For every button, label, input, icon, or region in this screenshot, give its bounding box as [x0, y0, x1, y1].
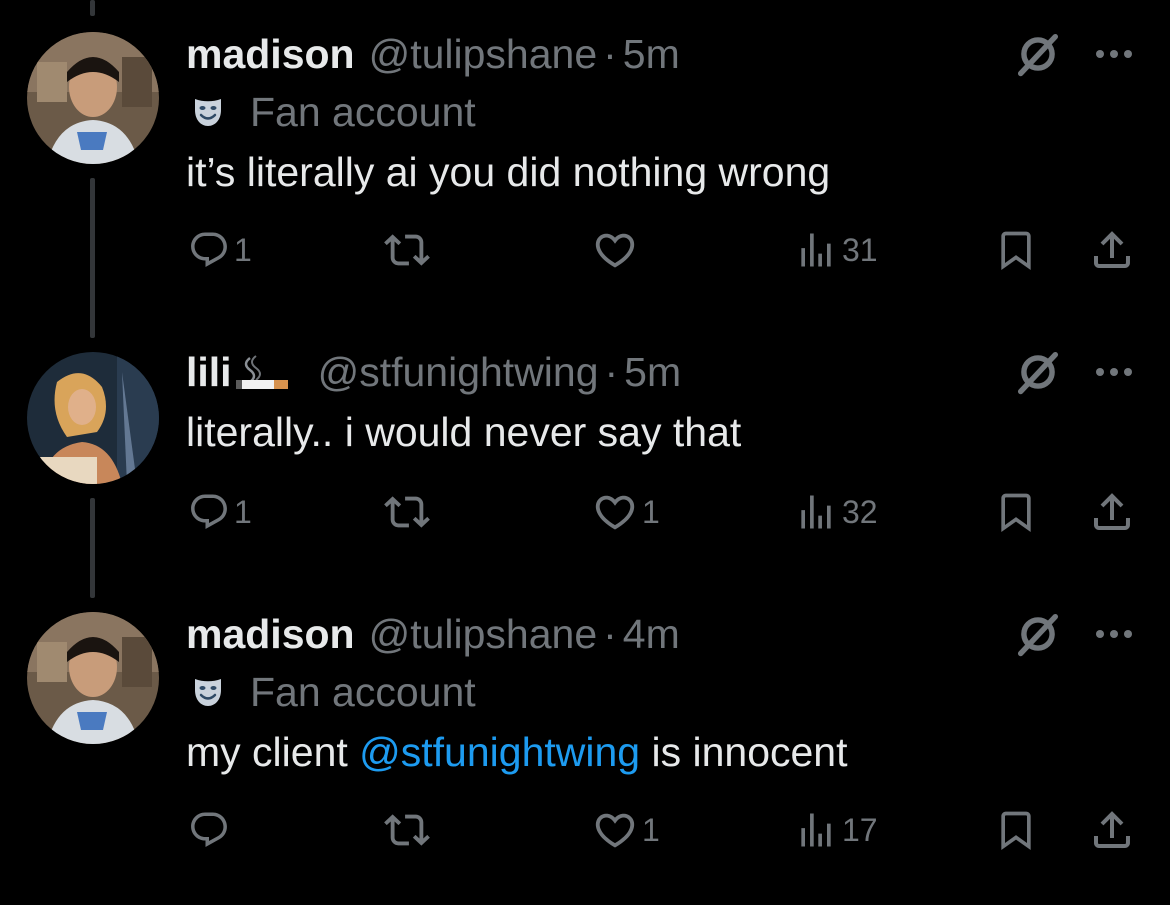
heart-icon	[592, 807, 638, 853]
tweet-text-after: is innocent	[640, 729, 848, 775]
action-bar: 1 1 32	[0, 488, 1170, 536]
grok-icon[interactable]	[1012, 608, 1064, 660]
theater-mask-icon	[192, 676, 224, 708]
views-count: 31	[842, 231, 878, 268]
reply-button[interactable]	[188, 806, 234, 854]
reply-count: 1	[234, 231, 252, 268]
retweet-button[interactable]	[384, 806, 434, 854]
timestamp[interactable]: 4m	[623, 610, 680, 658]
timestamp[interactable]: 5m	[624, 348, 681, 396]
like-button[interactable]: 1	[592, 806, 660, 854]
grok-icon[interactable]	[1012, 28, 1064, 80]
views-count: 17	[842, 811, 878, 848]
action-bar: 1 17	[0, 806, 1170, 854]
share-button[interactable]	[1088, 488, 1136, 536]
theater-mask-icon	[192, 96, 224, 128]
bookmark-button[interactable]	[994, 226, 1038, 274]
display-name[interactable]: lili	[186, 348, 232, 396]
views-icon	[794, 228, 838, 272]
bookmark-icon	[994, 808, 1038, 852]
views-icon	[794, 808, 838, 852]
share-icon	[1088, 226, 1136, 274]
tweet-text: my client @stfunightwing is innocent	[186, 728, 848, 776]
display-name[interactable]: madison	[186, 610, 355, 658]
mention-link[interactable]: @stfunightwing	[359, 729, 640, 775]
cigarette-icon	[235, 355, 288, 389]
tweet-text-content: literally.. i would never say that	[186, 409, 742, 455]
reply-icon	[188, 809, 230, 851]
reply-button[interactable]: 1	[188, 226, 252, 274]
retweet-icon	[384, 227, 430, 273]
separator-dot: ·	[604, 349, 619, 395]
action-bar: 1 31	[0, 226, 1170, 274]
share-icon	[1088, 806, 1136, 854]
account-label-text: Fan account	[250, 668, 476, 715]
more-options-icon[interactable]	[1090, 30, 1138, 78]
like-button[interactable]	[592, 226, 642, 274]
like-button[interactable]: 1	[592, 488, 660, 536]
timestamp[interactable]: 5m	[623, 30, 680, 78]
more-options-icon[interactable]	[1090, 610, 1138, 658]
reply-count: 1	[234, 493, 252, 530]
display-name[interactable]: madison	[186, 30, 355, 78]
like-count: 1	[642, 493, 660, 530]
heart-icon	[592, 227, 638, 273]
grok-icon[interactable]	[1012, 346, 1064, 398]
bookmark-button[interactable]	[994, 488, 1038, 536]
user-handle[interactable]: @tulipshane	[369, 610, 598, 658]
separator-dot: ·	[603, 611, 617, 657]
tweet-header: lili @stfunightwing · 5m	[186, 348, 681, 396]
bookmark-button[interactable]	[994, 806, 1038, 854]
tweet-text: literally.. i would never say that	[186, 408, 741, 456]
views-button[interactable]: 32	[794, 488, 878, 536]
share-icon	[1088, 488, 1136, 536]
thread-line-top	[90, 0, 95, 16]
account-label-text: Fan account	[250, 88, 476, 135]
like-count: 1	[642, 811, 660, 848]
views-icon	[794, 490, 838, 534]
reply-button[interactable]: 1	[188, 488, 252, 536]
share-button[interactable]	[1088, 226, 1136, 274]
retweet-icon	[384, 807, 430, 853]
tweet-header: madison @tulipshane · 4m	[186, 610, 680, 658]
tweet-text-before: my client	[186, 729, 360, 775]
reply-icon	[188, 229, 230, 271]
tweet-text: it’s literally ai you did nothing wrong	[186, 148, 830, 196]
more-options-icon[interactable]	[1090, 348, 1138, 396]
views-count: 32	[842, 493, 878, 530]
reply-icon	[188, 491, 230, 533]
share-button[interactable]	[1088, 806, 1136, 854]
account-label: Fan account	[186, 88, 476, 136]
retweet-button[interactable]	[384, 226, 434, 274]
avatar-madison[interactable]	[27, 32, 159, 164]
bookmark-icon	[994, 490, 1038, 534]
user-handle[interactable]: @tulipshane	[369, 30, 598, 78]
retweet-button[interactable]	[384, 488, 434, 536]
bookmark-icon	[994, 228, 1038, 272]
tweet-text-content: it’s literally ai you did nothing wrong	[186, 149, 831, 195]
avatar-lili[interactable]	[27, 352, 159, 484]
account-label: Fan account	[186, 668, 476, 716]
separator-dot: ·	[603, 31, 617, 77]
views-button[interactable]: 17	[794, 806, 878, 854]
avatar-madison[interactable]	[27, 612, 159, 744]
user-handle[interactable]: @stfunightwing	[318, 348, 599, 396]
views-button[interactable]: 31	[794, 226, 878, 274]
tweet-header: madison @tulipshane · 5m	[186, 30, 680, 78]
retweet-icon	[384, 489, 430, 535]
heart-icon	[592, 489, 638, 535]
